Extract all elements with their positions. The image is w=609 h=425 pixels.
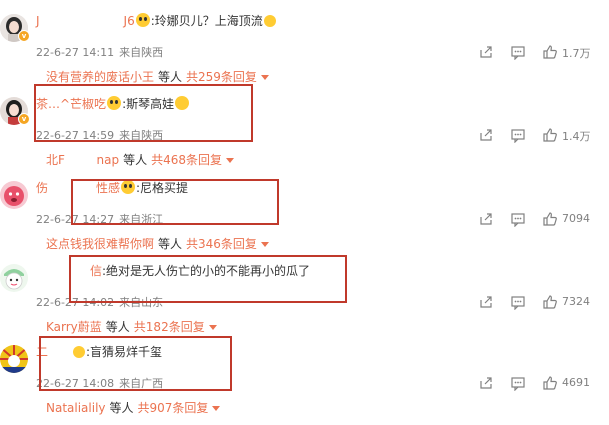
comment-line: 茶…^芒椒吃 :斯琴高娃 bbox=[36, 95, 190, 112]
comment-icon[interactable] bbox=[510, 44, 526, 60]
comment-username[interactable]: J J6 bbox=[36, 14, 135, 28]
share-icon[interactable] bbox=[478, 211, 494, 227]
replies-summary[interactable]: Karry蔚蓝 等人 共182条回复 bbox=[46, 318, 217, 335]
like-count: 1.4万 bbox=[562, 130, 591, 143]
like-thumb-icon[interactable] bbox=[542, 44, 558, 60]
comment-username[interactable]: 二 bbox=[36, 345, 72, 359]
reply-count[interactable]: 共259条回复 bbox=[186, 70, 257, 84]
comment-meta: 22-6-27 14:59 来自陕西 bbox=[36, 127, 168, 143]
comment-icon[interactable] bbox=[510, 127, 526, 143]
comment-meta: 22-6-27 14:27 来自浙江 bbox=[36, 211, 168, 227]
share-icon[interactable] bbox=[478, 375, 494, 391]
comment-actions: 4691 bbox=[478, 375, 609, 391]
reply-username[interactable]: Natalialily bbox=[46, 401, 106, 415]
comment-icon[interactable] bbox=[510, 294, 526, 310]
reply-separator: 等人 bbox=[158, 70, 183, 84]
comment-item: v 茶…^芒椒吃 :斯琴高娃 22-6-27 14:59 来自陕西 1.4万 北F … bbox=[0, 91, 609, 175]
cat-emoji-icon bbox=[263, 15, 276, 27]
comment-item: v J J6:玲娜贝儿？上海顶流 22-6-27 14:11 来自陕西 1.7万 … bbox=[0, 8, 609, 92]
like-thumb-icon[interactable] bbox=[542, 375, 558, 391]
comment-time: 22-6-27 14:02 bbox=[36, 296, 115, 309]
chevron-down-icon[interactable] bbox=[208, 325, 217, 330]
sunburst-flag-icon bbox=[0, 345, 28, 373]
share-icon[interactable] bbox=[478, 44, 494, 60]
heart-eyes-emoji-icon bbox=[135, 13, 150, 27]
share-icon[interactable] bbox=[478, 294, 494, 310]
reply-separator: 等人 bbox=[109, 401, 134, 415]
heart-eyes-emoji-icon bbox=[107, 96, 122, 110]
smile-emoji-icon bbox=[175, 96, 190, 110]
chevron-down-icon[interactable] bbox=[260, 242, 269, 247]
pink-character-icon bbox=[0, 181, 28, 209]
reply-count[interactable]: 共182条回复 bbox=[134, 320, 205, 334]
comment-location: 来自广西 bbox=[119, 377, 164, 390]
comment-meta: 22-6-27 14:08 来自广西 bbox=[36, 375, 168, 391]
verified-badge-icon: v bbox=[18, 113, 30, 125]
comment-actions: 7094 bbox=[478, 211, 609, 227]
comment-location: 来自浙江 bbox=[119, 213, 164, 226]
comment-item: 伤 性感 :尼格买提 22-6-27 14:27 来自浙江 7094 这点钱我很难帮… bbox=[0, 175, 609, 259]
comment-text: :斯琴高娃 bbox=[122, 97, 175, 111]
share-icon[interactable] bbox=[478, 127, 494, 143]
comment-text: :玲娜贝儿？上海顶流 bbox=[150, 14, 263, 28]
replies-summary[interactable]: Natalialily 等人 共907条回复 bbox=[46, 399, 221, 416]
reply-username[interactable]: Karry蔚蓝 bbox=[46, 320, 102, 334]
comment-icon[interactable] bbox=[510, 211, 526, 227]
chevron-down-icon[interactable] bbox=[212, 406, 221, 411]
like-count: 4691 bbox=[562, 376, 590, 389]
comment-line: 二 :盲猜易烊千玺 bbox=[36, 343, 162, 360]
like-count: 7324 bbox=[562, 295, 590, 308]
comment-username[interactable]: 信 bbox=[90, 264, 102, 278]
replies-summary[interactable]: 北F nap 等人 共468条回复 bbox=[46, 151, 235, 168]
comment-line: 伤 性感 :尼格买提 bbox=[36, 179, 188, 196]
comment-location: 来自陕西 bbox=[119, 46, 164, 59]
comment-username[interactable]: 茶…^芒椒吃 bbox=[36, 97, 106, 111]
like-thumb-icon[interactable] bbox=[542, 211, 558, 227]
cartoon-face-icon bbox=[0, 264, 28, 292]
comment-text: :盲猜易烊千玺 bbox=[86, 345, 163, 359]
comment-actions: 1.4万 bbox=[478, 127, 609, 143]
like-thumb-icon[interactable] bbox=[542, 294, 558, 310]
like-thumb-icon[interactable] bbox=[542, 127, 558, 143]
avatar[interactable] bbox=[0, 181, 28, 209]
comment-line: 信:绝对是无人伤亡的小的不能再小的瓜了 bbox=[90, 262, 310, 279]
comment-meta: 22-6-27 14:02 来自山东 bbox=[36, 294, 168, 310]
comment-actions: 7324 bbox=[478, 294, 609, 310]
comment-actions: 1.7万 bbox=[478, 44, 609, 60]
avatar[interactable] bbox=[0, 345, 28, 373]
like-count: 1.7万 bbox=[562, 47, 591, 60]
comment-time: 22-6-27 14:59 bbox=[36, 129, 115, 142]
reply-separator: 等人 bbox=[105, 320, 130, 334]
replies-summary[interactable]: 没有营养的废话小王 等人 共259条回复 bbox=[46, 68, 269, 85]
heart-eyes-emoji-icon bbox=[121, 180, 136, 194]
comment-location: 来自山东 bbox=[119, 296, 164, 309]
verified-badge-icon: v bbox=[18, 30, 30, 42]
comment-item: 信:绝对是无人伤亡的小的不能再小的瓜了 22-6-27 14:02 来自山东 73… bbox=[0, 258, 609, 342]
comment-line: J J6 :玲娜贝儿？上海顶流 bbox=[36, 12, 277, 29]
comment-time: 22-6-27 14:11 bbox=[36, 46, 115, 59]
reply-count[interactable]: 共907条回复 bbox=[138, 401, 209, 415]
comment-meta: 22-6-27 14:11 来自陕西 bbox=[36, 44, 168, 60]
reply-username[interactable]: 北F nap bbox=[46, 153, 119, 167]
reply-separator: 等人 bbox=[123, 153, 148, 167]
reply-count[interactable]: 共346条回复 bbox=[186, 237, 257, 251]
avatar[interactable] bbox=[0, 264, 28, 292]
comment-item: 二 :盲猜易烊千玺 22-6-27 14:08 来自广西 4691 Natalia… bbox=[0, 339, 609, 423]
comment-text: :绝对是无人伤亡的小的不能再小的瓜了 bbox=[102, 264, 311, 278]
comment-text: :尼格买提 bbox=[136, 181, 189, 195]
like-count: 7094 bbox=[562, 212, 590, 225]
comment-icon[interactable] bbox=[510, 375, 526, 391]
chevron-down-icon[interactable] bbox=[226, 158, 235, 163]
replies-summary[interactable]: 这点钱我很难帮你啊 等人 共346条回复 bbox=[46, 235, 269, 252]
comment-time: 22-6-27 14:27 bbox=[36, 213, 115, 226]
reply-username[interactable]: 这点钱我很难帮你啊 bbox=[46, 237, 154, 251]
comment-location: 来自陕西 bbox=[119, 129, 164, 142]
comment-username[interactable]: 伤 性感 bbox=[36, 181, 120, 195]
sticker-emoji-icon bbox=[73, 346, 86, 358]
reply-username[interactable]: 没有营养的废话小王 bbox=[46, 70, 154, 84]
chevron-down-icon[interactable] bbox=[260, 75, 269, 80]
reply-count[interactable]: 共468条回复 bbox=[151, 153, 222, 167]
reply-separator: 等人 bbox=[158, 237, 183, 251]
comment-time: 22-6-27 14:08 bbox=[36, 377, 115, 390]
